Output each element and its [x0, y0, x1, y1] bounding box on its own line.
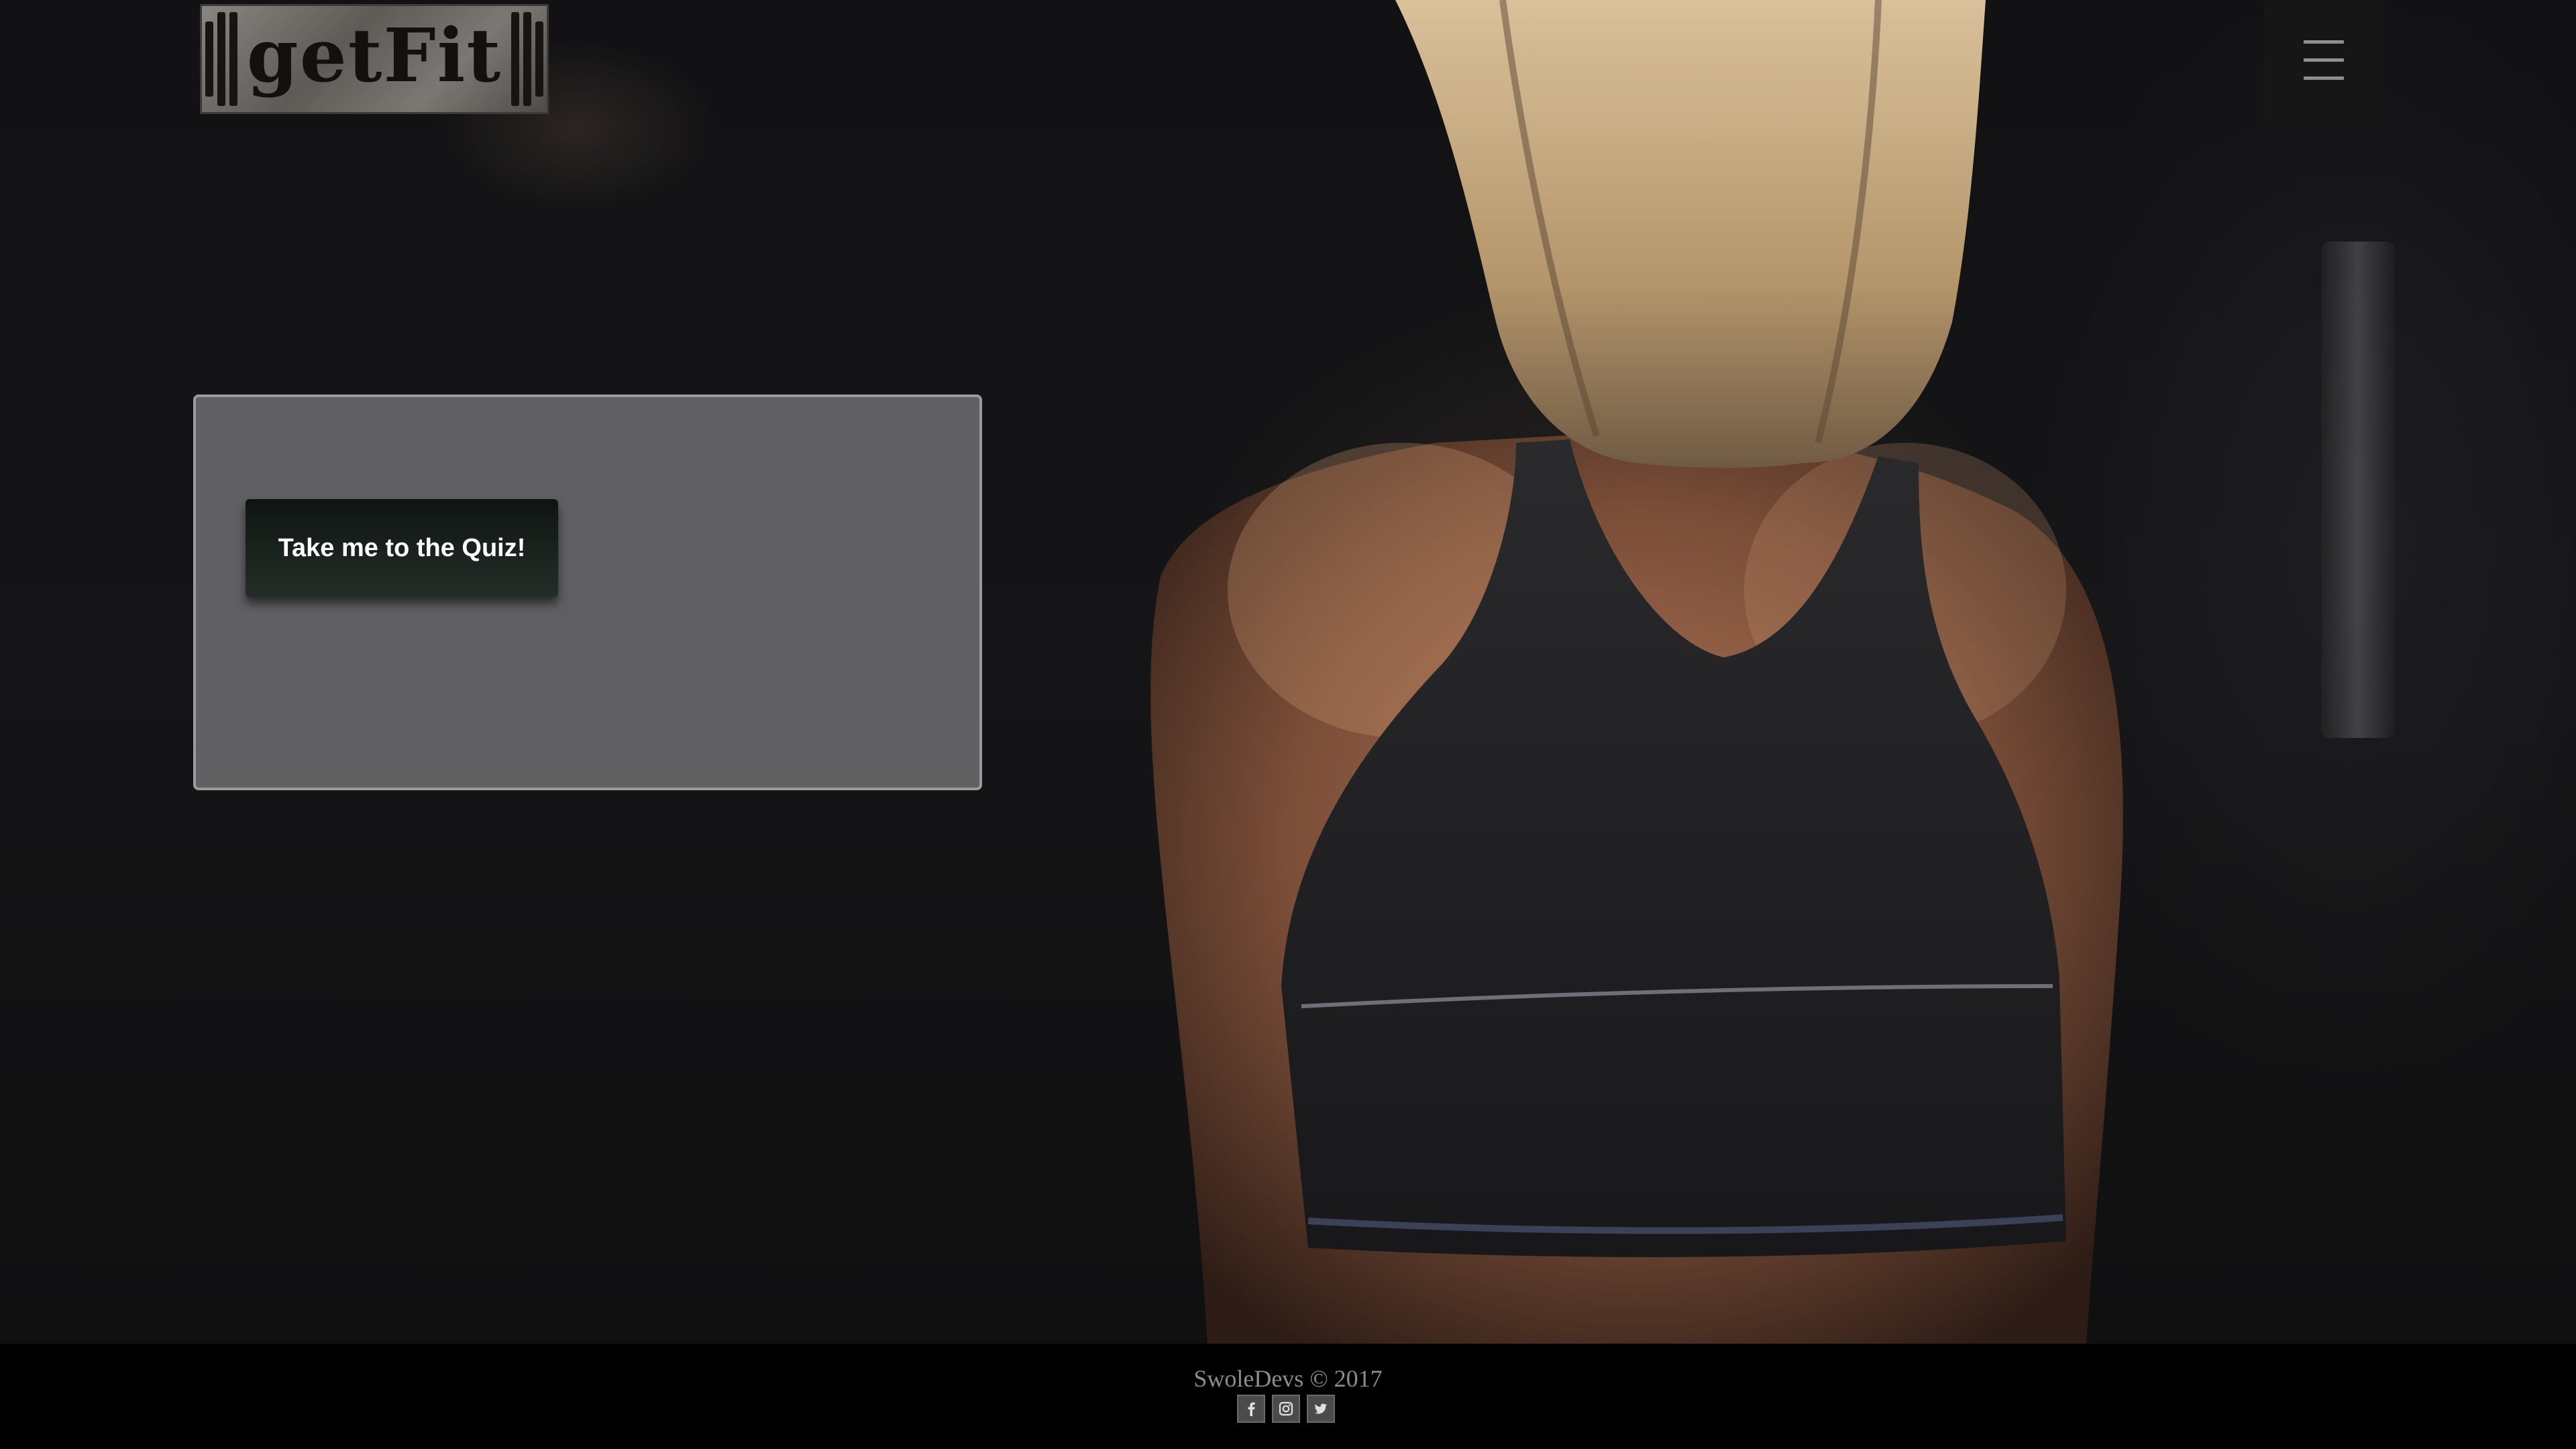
quiz-panel: Take me to the Quiz!	[193, 394, 982, 790]
logo-barbell-right-icon	[511, 12, 544, 106]
copyright-text: SwoleDevs © 2017	[1193, 1365, 1383, 1392]
footer: SwoleDevs © 2017	[0, 1344, 2576, 1449]
social-links	[1237, 1395, 1335, 1423]
logo-text: getFit	[246, 12, 502, 99]
logo-barbell-left-icon	[205, 12, 237, 106]
instagram-icon[interactable]	[1272, 1395, 1300, 1423]
page: getFit Take me to the Quiz! SwoleDevs © …	[0, 0, 2576, 1449]
hamburger-menu-icon[interactable]	[2263, 0, 2384, 119]
twitter-icon[interactable]	[1307, 1395, 1335, 1423]
athlete-back-image	[1087, 0, 2361, 1344]
getfit-logo[interactable]: getFit	[200, 4, 549, 114]
take-quiz-button[interactable]: Take me to the Quiz!	[246, 499, 558, 597]
facebook-icon[interactable]	[1237, 1395, 1265, 1423]
